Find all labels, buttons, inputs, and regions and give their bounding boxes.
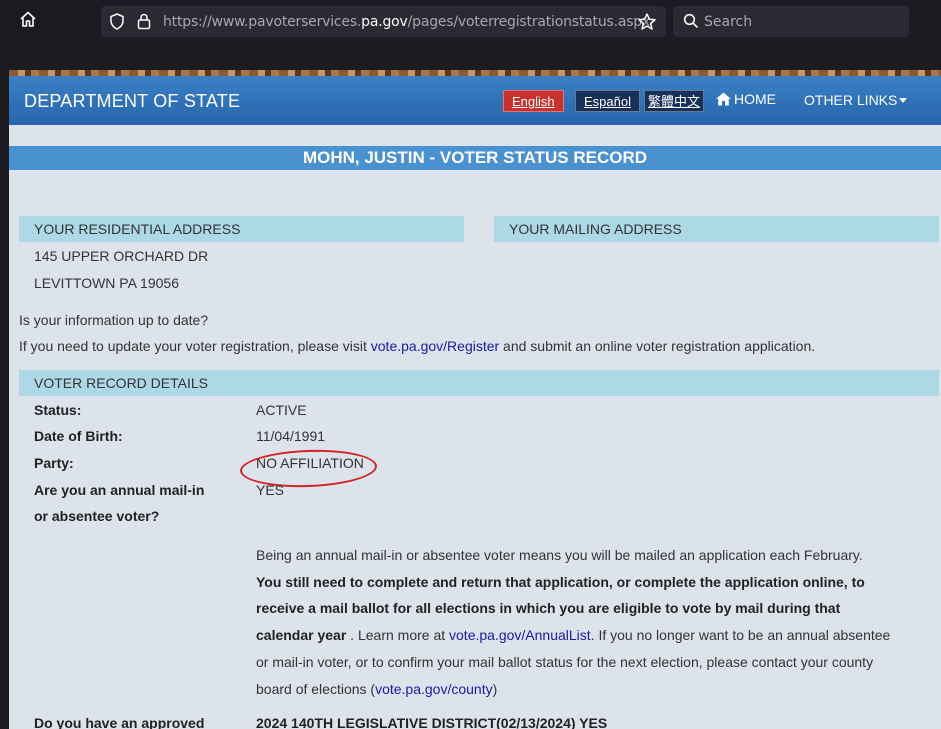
voter-record-details-header: VOTER RECORD DETAILS bbox=[19, 370, 939, 396]
search-placeholder: Search bbox=[704, 14, 753, 30]
department-title[interactable]: DEPARTMENT OF STATE bbox=[24, 91, 240, 112]
caret-down-icon bbox=[899, 98, 908, 103]
url-text: https://www.pavoterservices.pa.gov/pages… bbox=[163, 14, 651, 30]
lang-spanish-button[interactable]: Español bbox=[575, 90, 640, 112]
nav-other-links-label: OTHER LINKS bbox=[804, 92, 898, 108]
mailin-label-line1: Are you an annual mail-in bbox=[34, 482, 205, 498]
site-navbar: DEPARTMENT OF STATE English Español 繁體中文… bbox=[9, 76, 941, 125]
approved-value: 2024 140TH LEGISLATIVE DISTRICT(02/13/20… bbox=[256, 715, 608, 729]
address-line-2: LEVITTOWN PA 19056 bbox=[34, 275, 179, 291]
annual-list-link[interactable]: vote.pa.gov/AnnualList bbox=[449, 627, 591, 643]
status-value: ACTIVE bbox=[256, 402, 307, 418]
residential-address-header: YOUR RESIDENTIAL ADDRESS bbox=[19, 216, 464, 242]
party-label: Party: bbox=[34, 455, 74, 471]
dob-value: 11/04/1991 bbox=[256, 428, 326, 444]
county-link[interactable]: vote.pa.gov/county bbox=[375, 681, 493, 697]
mailin-label-line2: or absentee voter? bbox=[34, 508, 160, 524]
house-icon bbox=[716, 92, 731, 106]
home-icon[interactable] bbox=[14, 8, 42, 36]
address-bar[interactable]: https://www.pavoterservices.pa.gov/pages… bbox=[101, 6, 666, 37]
lock-icon[interactable] bbox=[137, 13, 151, 30]
update-instructions: If you need to update your voter registr… bbox=[19, 338, 816, 354]
register-link[interactable]: vote.pa.gov/Register bbox=[371, 338, 499, 354]
update-question: Is your information up to date? bbox=[19, 312, 209, 328]
mailing-address-header: YOUR MAILING ADDRESS bbox=[494, 216, 939, 242]
lang-chinese-button[interactable]: 繁體中文 bbox=[644, 90, 705, 112]
address-line-1: 145 UPPER ORCHARD DR bbox=[34, 248, 209, 264]
search-icon bbox=[683, 13, 699, 29]
lang-english-button[interactable]: English bbox=[503, 90, 564, 112]
page-content: DEPARTMENT OF STATE English Español 繁體中文… bbox=[9, 70, 941, 729]
mailin-info-paragraph: Being an annual mail-in or absentee vote… bbox=[256, 547, 891, 697]
record-title: MOHN, JUSTIN - VOTER STATUS RECORD bbox=[9, 146, 941, 170]
nav-home-link[interactable]: HOME bbox=[716, 91, 776, 107]
shield-icon[interactable] bbox=[109, 13, 125, 30]
dob-label: Date of Birth: bbox=[34, 428, 123, 444]
status-label: Status: bbox=[34, 402, 82, 418]
browser-toolbar: https://www.pavoterservices.pa.gov/pages… bbox=[0, 0, 941, 70]
nav-other-links-dropdown[interactable]: OTHER LINKS bbox=[804, 92, 908, 108]
bookmark-star-icon[interactable] bbox=[637, 12, 657, 32]
nav-home-label: HOME bbox=[734, 91, 776, 107]
mailin-value: YES bbox=[256, 482, 285, 498]
approved-label: Do you have an approved bbox=[34, 715, 205, 729]
search-bar[interactable]: Search bbox=[673, 6, 909, 37]
